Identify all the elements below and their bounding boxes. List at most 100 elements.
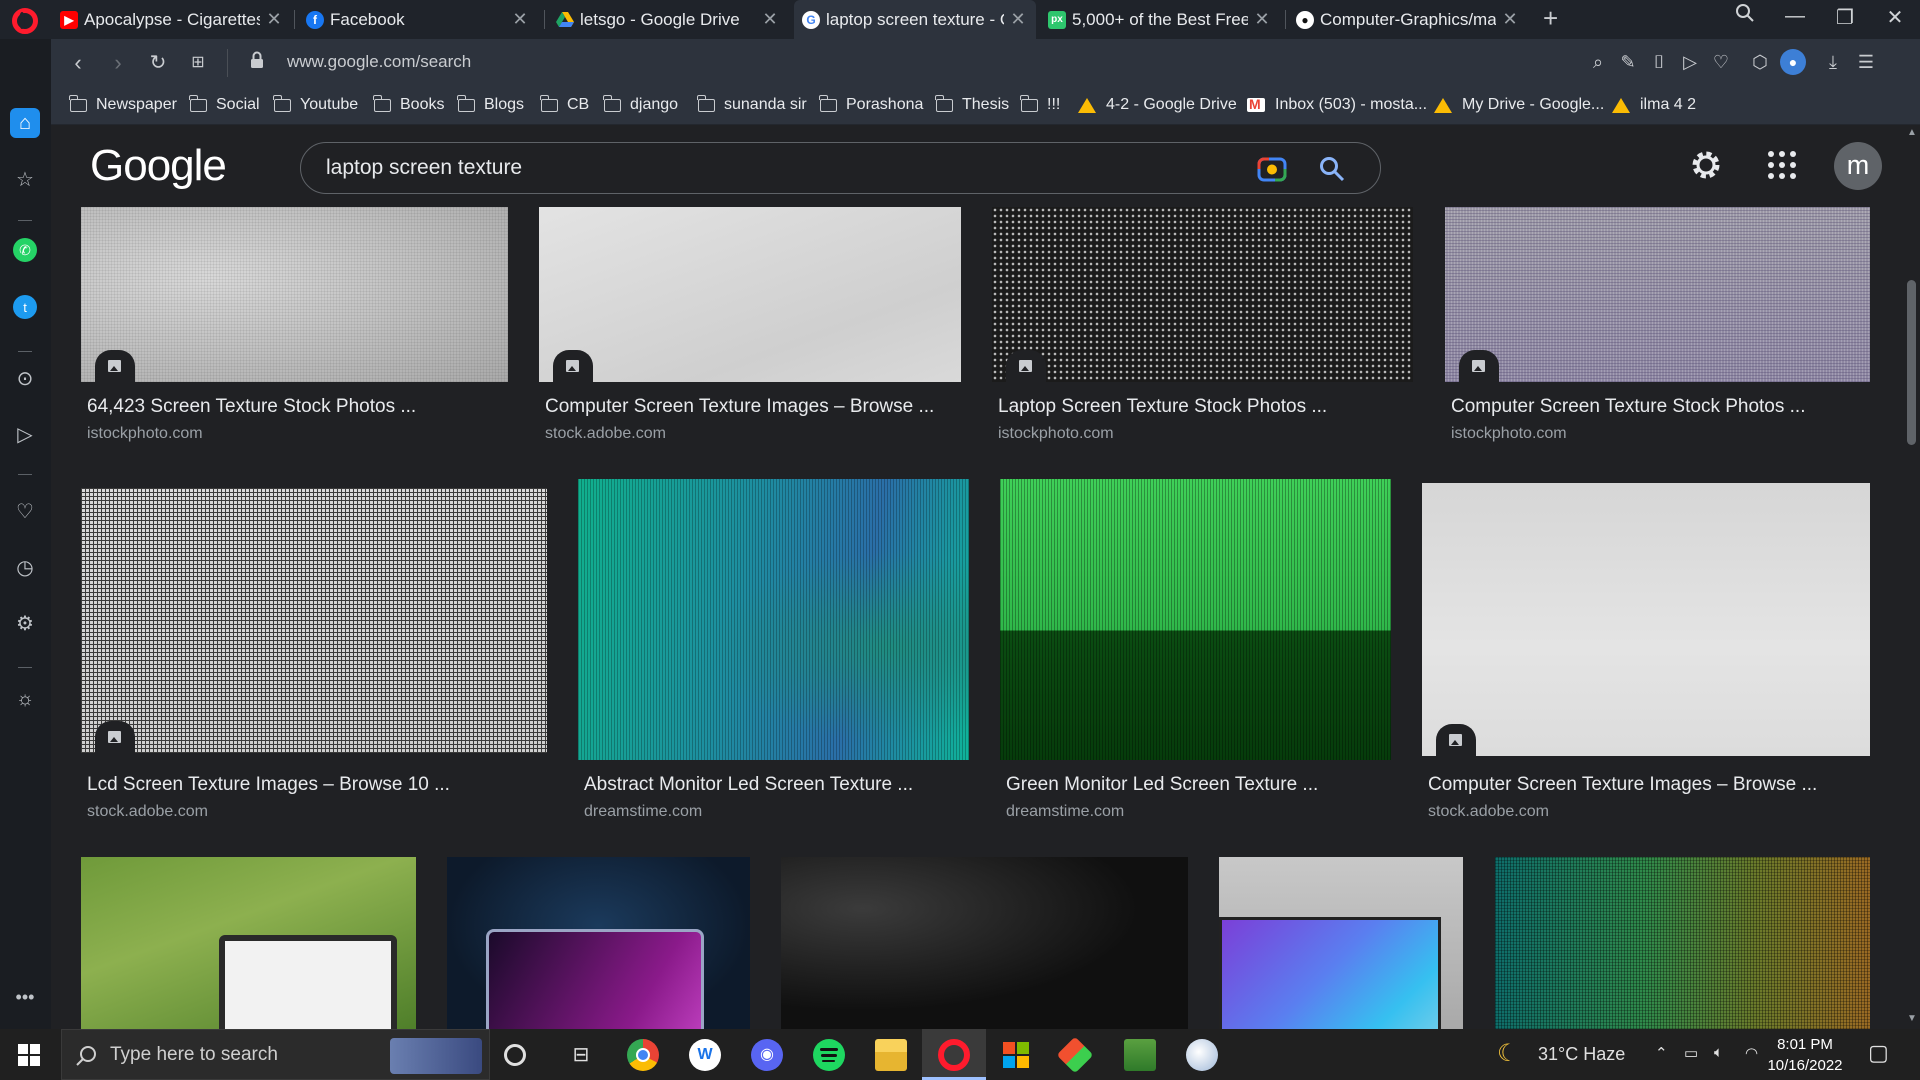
extensions-cube-icon[interactable]: ⬡ xyxy=(1748,50,1772,74)
close-window-button[interactable]: ✕ xyxy=(1875,5,1915,30)
notepad-icon[interactable] xyxy=(1124,1039,1156,1071)
volume-icon[interactable]: 🔈︎ xyxy=(1714,1044,1723,1061)
bookmark-books[interactable]: Books xyxy=(373,94,444,114)
paint-icon[interactable] xyxy=(1186,1039,1218,1071)
url-field[interactable]: www.google.com/search xyxy=(287,52,471,72)
camera-search-icon[interactable] xyxy=(1257,155,1287,183)
chevron-up-icon[interactable]: ⌃ xyxy=(1655,1044,1668,1062)
opera-logo-icon[interactable] xyxy=(12,8,38,34)
result-title[interactable]: Lcd Screen Texture Images – Browse 10 ..… xyxy=(87,774,547,796)
home-icon[interactable]: ⌂ xyxy=(10,108,40,138)
scroll-down-icon[interactable]: ▼ xyxy=(1907,1013,1917,1024)
player-icon[interactable]: ⊙ xyxy=(10,363,40,393)
tab-github[interactable]: ● Computer-Graphics/main.c ✕ xyxy=(1288,0,1528,39)
wifi-icon[interactable]: ◠ xyxy=(1745,1044,1758,1062)
search-box[interactable] xyxy=(300,142,1381,194)
result-source[interactable]: istockphoto.com xyxy=(998,425,1114,443)
profile-icon[interactable]: ● xyxy=(1780,49,1806,75)
history-clock-icon[interactable]: ◷ xyxy=(10,552,40,582)
result-title[interactable]: Green Monitor Led Screen Texture ... xyxy=(1006,774,1396,796)
bookmark-inbox[interactable]: Inbox (503) - mosta... xyxy=(1247,96,1427,114)
settings-gear-icon[interactable]: ⚙ xyxy=(10,608,40,638)
opera-icon[interactable] xyxy=(938,1039,970,1071)
account-avatar[interactable]: m xyxy=(1834,142,1882,190)
result-image[interactable] xyxy=(992,207,1413,382)
notifications-icon[interactable]: ▢ xyxy=(1868,1040,1889,1066)
weather-text[interactable]: 31°C Haze xyxy=(1538,1044,1625,1065)
result-title[interactable]: Abstract Monitor Led Screen Texture ... xyxy=(584,774,974,796)
search-input[interactable] xyxy=(326,153,1206,183)
bookmark-porashona[interactable]: Porashona xyxy=(819,94,923,114)
tab-search-icon[interactable] xyxy=(1725,3,1765,29)
settings-gear-icon[interactable] xyxy=(1688,147,1724,183)
tab-pixabay[interactable]: px 5,000+ of the Best Free Wo ✕ xyxy=(1040,0,1280,39)
result-image[interactable] xyxy=(578,479,969,760)
lightbulb-icon[interactable]: ☼ xyxy=(10,684,40,714)
result-image[interactable] xyxy=(1000,479,1391,760)
close-tab-icon[interactable]: ✕ xyxy=(760,9,780,30)
bookmark-my-drive[interactable]: My Drive - Google... xyxy=(1434,96,1604,114)
scrollbar-thumb[interactable] xyxy=(1907,280,1916,445)
lock-icon[interactable] xyxy=(250,51,264,69)
downloads-icon[interactable]: ⤓ xyxy=(1821,50,1845,74)
result-image[interactable] xyxy=(1422,483,1870,756)
close-tab-icon[interactable]: ✕ xyxy=(510,9,530,30)
close-tab-icon[interactable]: ✕ xyxy=(264,9,284,30)
cortana-icon[interactable] xyxy=(504,1044,526,1066)
send-icon[interactable]: ▷ xyxy=(1678,50,1702,74)
chrome-icon[interactable] xyxy=(627,1039,659,1071)
battery-icon[interactable]: ▭ xyxy=(1684,1044,1698,1062)
apps-grid-icon[interactable] xyxy=(1768,151,1796,179)
result-image[interactable] xyxy=(1495,857,1870,1029)
result-source[interactable]: stock.adobe.com xyxy=(1428,803,1549,821)
tab-facebook[interactable]: f Facebook ✕ xyxy=(298,0,538,39)
taskbar-clock[interactable]: 8:01 PM 10/16/2022 xyxy=(1760,1034,1850,1076)
tab-google-drive[interactable]: letsgo - Google Drive ✕ xyxy=(548,0,788,39)
more-dots-icon[interactable]: ••• xyxy=(10,982,40,1012)
result-title[interactable]: Computer Screen Texture Images – Browse … xyxy=(545,396,965,418)
result-image[interactable] xyxy=(1219,857,1463,1029)
heart-icon[interactable]: ♡ xyxy=(1709,50,1733,74)
close-tab-icon[interactable]: ✕ xyxy=(1008,9,1028,30)
result-source[interactable]: istockphoto.com xyxy=(87,425,203,443)
bookmark-blogs[interactable]: Blogs xyxy=(457,94,524,114)
scroll-up-icon[interactable]: ▲ xyxy=(1907,127,1917,138)
tab-google-search[interactable]: G laptop screen texture - Goo ✕ xyxy=(794,0,1036,39)
restore-button[interactable]: ❐ xyxy=(1825,5,1865,30)
bookmark-exclaim[interactable]: !!! xyxy=(1020,94,1060,114)
send-icon[interactable]: ▷ xyxy=(10,419,40,449)
google-logo[interactable]: Google xyxy=(90,141,227,191)
result-title[interactable]: 64,423 Screen Texture Stock Photos ... xyxy=(87,396,507,418)
bookmark-thesis[interactable]: Thesis xyxy=(935,94,1009,114)
close-tab-icon[interactable]: ✕ xyxy=(1500,9,1520,30)
heart-icon[interactable]: ♡ xyxy=(10,496,40,526)
bookmark-4-2-drive[interactable]: 4-2 - Google Drive xyxy=(1078,96,1237,114)
discord-icon[interactable]: ◉ xyxy=(751,1039,783,1071)
word-app-icon[interactable]: W xyxy=(689,1039,721,1071)
reload-button[interactable]: ↻ xyxy=(143,48,173,78)
speed-dial-icon[interactable]: ⊞ xyxy=(183,48,213,78)
result-image[interactable] xyxy=(81,488,547,753)
bookmark-sunanda-sir[interactable]: sunanda sir xyxy=(697,94,807,114)
bookmark-social[interactable]: Social xyxy=(189,94,260,114)
result-title[interactable]: Computer Screen Texture Stock Photos ... xyxy=(1451,396,1871,418)
tab-youtube[interactable]: ▶ Apocalypse - Cigarettes Aft ✕ xyxy=(52,0,292,39)
result-image[interactable] xyxy=(1445,207,1870,382)
page-scrollbar[interactable]: ▲ ▼ xyxy=(1903,125,1920,1029)
snapshot-icon[interactable]: ⌷ xyxy=(1647,50,1671,74)
task-view-icon[interactable]: ⊟ xyxy=(565,1039,597,1071)
result-image[interactable] xyxy=(81,857,416,1029)
file-explorer-icon[interactable] xyxy=(875,1039,907,1071)
taskbar-search-box[interactable]: Type here to search xyxy=(61,1029,490,1080)
microsoft-store-icon[interactable] xyxy=(1000,1039,1032,1071)
twitter-icon[interactable]: t xyxy=(10,292,40,322)
result-image[interactable] xyxy=(81,207,508,382)
windows-start-icon[interactable] xyxy=(18,1044,40,1066)
back-button[interactable]: ‹ xyxy=(63,48,93,78)
bookmark-youtube[interactable]: Youtube xyxy=(273,94,358,114)
result-source[interactable]: istockphoto.com xyxy=(1451,425,1567,443)
bookmark-cb[interactable]: CB xyxy=(540,94,589,114)
whatsapp-icon[interactable]: ✆ xyxy=(10,235,40,265)
result-source[interactable]: stock.adobe.com xyxy=(87,803,208,821)
edit-icon[interactable]: ✎ xyxy=(1616,50,1640,74)
